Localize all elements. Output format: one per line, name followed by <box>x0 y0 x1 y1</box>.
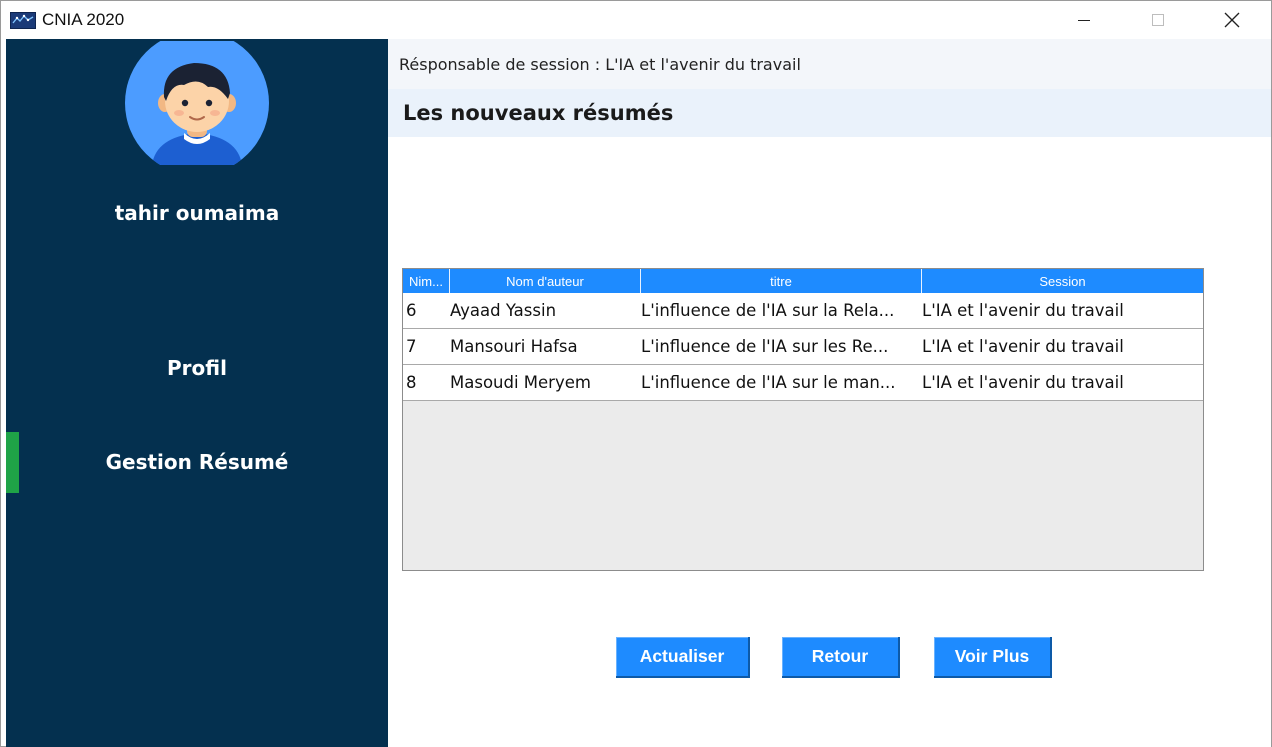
retour-button[interactable]: Retour <box>782 637 900 678</box>
session-bar: Résponsable de session : L'IA et l'aveni… <box>388 39 1271 89</box>
title-bar: CNIA 2020 <box>1 1 1271 39</box>
minimize-button[interactable] <box>1047 1 1121 39</box>
table-row[interactable]: 6 Ayaad Yassin L'influence de l'IA sur l… <box>403 293 1203 329</box>
app-window: CNIA 2020 tahir oumaima Profil Gestion R… <box>0 0 1272 747</box>
app-logo-icon <box>10 12 36 29</box>
column-header-auteur[interactable]: Nom d'auteur <box>450 269 641 293</box>
cell-num: 6 <box>406 301 417 320</box>
close-button[interactable] <box>1195 1 1269 39</box>
username-label: tahir oumaima <box>114 201 280 225</box>
cell-num: 7 <box>406 337 417 356</box>
sidebar-item-label: Gestion Résumé <box>105 450 289 474</box>
cell-titre: L'influence de l'IA sur les Re... <box>641 337 889 356</box>
table-body: 6 Ayaad Yassin L'influence de l'IA sur l… <box>403 293 1203 401</box>
cell-auteur: Ayaad Yassin <box>450 301 557 320</box>
table-row[interactable]: 7 Mansouri Hafsa L'influence de l'IA sur… <box>403 329 1203 365</box>
sidebar-item-label: Profil <box>167 356 227 380</box>
resumes-table[interactable]: Nim... Nom d'auteur titre Session 6 Ayaa… <box>402 268 1204 571</box>
minimize-icon <box>1078 20 1090 21</box>
user-avatar-icon <box>124 31 270 175</box>
maximize-button[interactable] <box>1121 1 1195 39</box>
sidebar: tahir oumaima Profil Gestion Résumé <box>6 31 388 747</box>
table-row[interactable]: 8 Masoudi Meryem L'influence de l'IA sur… <box>403 365 1203 401</box>
page-title: Les nouveaux résumés <box>403 101 674 125</box>
cell-auteur: Mansouri Hafsa <box>450 337 578 356</box>
close-icon <box>1224 12 1240 28</box>
column-header-titre[interactable]: titre <box>641 269 922 293</box>
voir-plus-button[interactable]: Voir Plus <box>934 637 1052 678</box>
maximize-icon <box>1152 14 1164 26</box>
sidebar-item-profil[interactable]: Profil <box>6 337 388 399</box>
cell-session: L'IA et l'avenir du travail <box>922 301 1124 320</box>
table-header: Nim... Nom d'auteur titre Session <box>403 269 1203 293</box>
column-header-session[interactable]: Session <box>922 269 1203 293</box>
cell-num: 8 <box>406 373 417 392</box>
main-content: Résponsable de session : L'IA et l'aveni… <box>388 39 1271 747</box>
cell-session: L'IA et l'avenir du travail <box>922 337 1124 356</box>
cell-titre: L'influence de l'IA sur la Rela... <box>641 301 895 320</box>
column-header-num[interactable]: Nim... <box>403 269 450 293</box>
sidebar-item-gestion-resume[interactable]: Gestion Résumé <box>6 431 388 493</box>
cell-session: L'IA et l'avenir du travail <box>922 373 1124 392</box>
cell-titre: L'influence de l'IA sur le man... <box>641 373 896 392</box>
actualiser-button[interactable]: Actualiser <box>616 637 750 678</box>
window-title: CNIA 2020 <box>42 10 125 29</box>
session-label: Résponsable de session : L'IA et l'aveni… <box>399 55 801 74</box>
cell-auteur: Masoudi Meryem <box>450 373 591 392</box>
